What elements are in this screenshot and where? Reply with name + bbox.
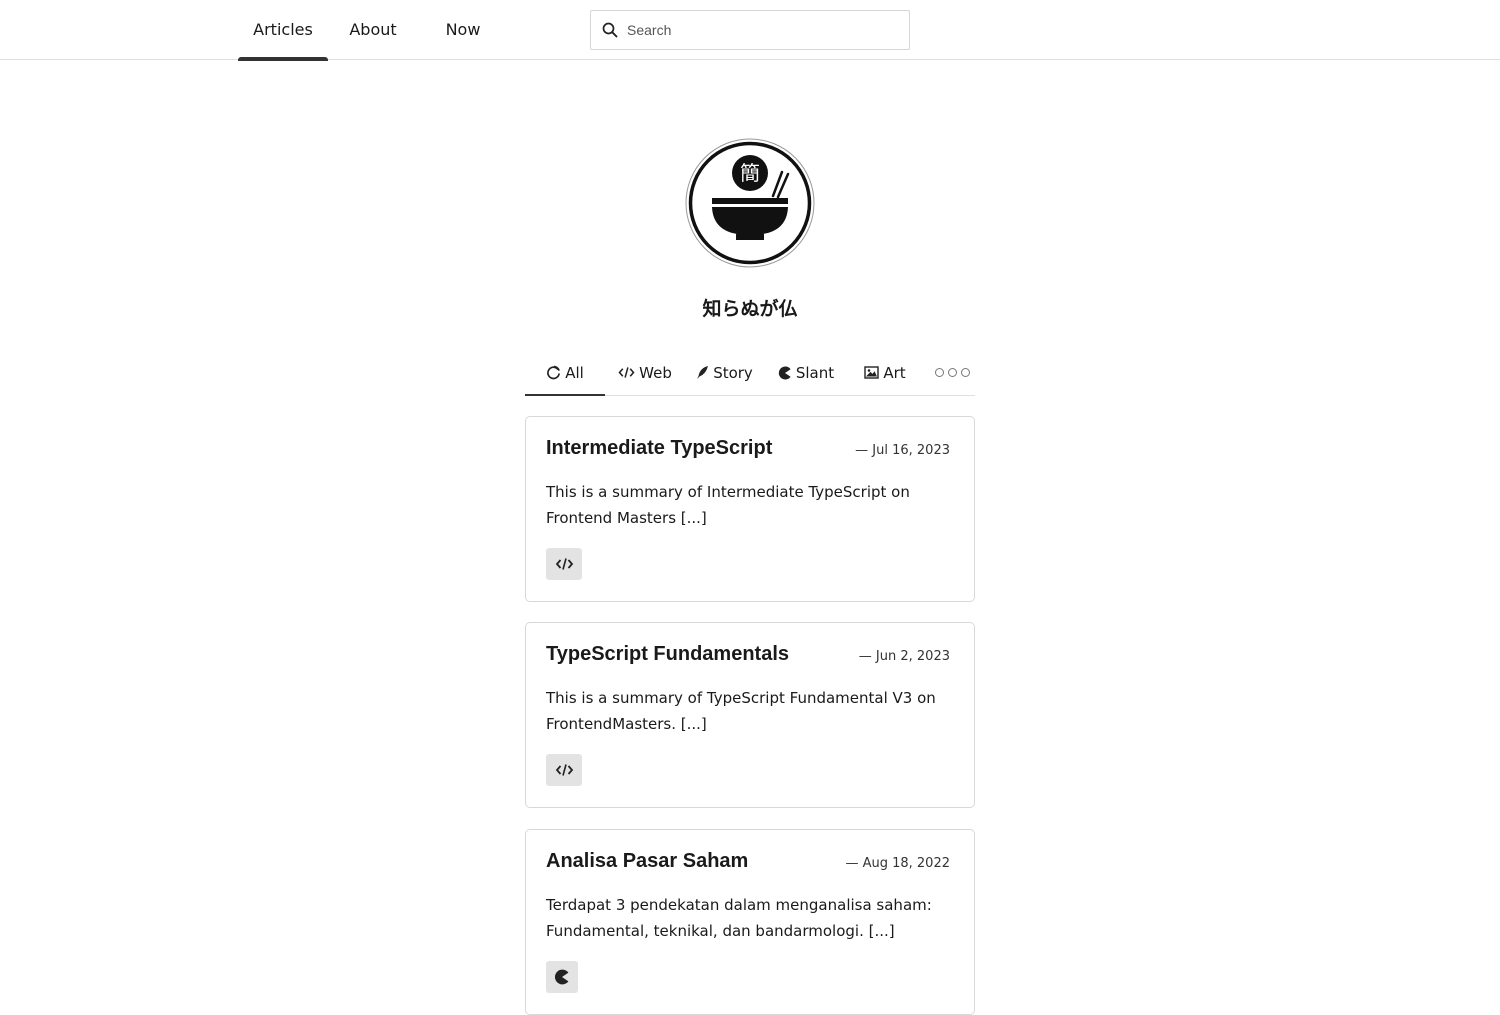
pacman-icon — [778, 366, 791, 379]
site-title: 知らぬが仏 — [702, 298, 798, 320]
code-icon — [618, 367, 635, 378]
article-tag[interactable] — [546, 548, 582, 580]
article-summary: This is a summary of Intermediate TypeSc… — [546, 483, 910, 527]
article-tag[interactable] — [546, 961, 578, 993]
noodle-bowl-logo-icon: 簡 — [685, 138, 815, 268]
article-tag[interactable] — [546, 754, 582, 786]
tab-web-label: Web — [639, 363, 672, 382]
tab-slant[interactable]: Slant — [775, 350, 837, 395]
article-date: — Aug 18, 2022 — [845, 856, 950, 871]
more-dots-icon[interactable] — [935, 368, 970, 377]
avatar-glyph: 簡 — [740, 161, 760, 185]
refresh-icon — [547, 365, 561, 380]
article-summary: This is a summary of TypeScript Fundamen… — [546, 689, 936, 733]
article-date: — Jul 16, 2023 — [855, 443, 950, 458]
tab-art[interactable]: Art — [860, 350, 910, 395]
code-icon — [555, 558, 573, 570]
search-box[interactable] — [590, 10, 910, 50]
nav-tab-about[interactable]: About — [338, 0, 408, 60]
pacman-icon — [554, 969, 569, 985]
tab-web[interactable]: Web — [615, 350, 675, 395]
code-icon — [555, 764, 573, 776]
nav-tab-articles[interactable]: Articles — [238, 0, 328, 61]
nav-tab-now[interactable]: Now — [428, 0, 498, 60]
image-icon — [864, 366, 880, 379]
tab-story[interactable]: Story — [693, 350, 755, 395]
article-summary: Terdapat 3 pendekatan dalam menganalisa … — [546, 896, 932, 940]
avatar: 簡 — [685, 138, 815, 268]
search-icon — [602, 22, 618, 38]
article-card[interactable]: Analisa Pasar Saham — Aug 18, 2022 Terda… — [525, 829, 975, 1015]
category-tabs: All Web Story Slant Art — [525, 350, 975, 396]
tab-story-label: Story — [713, 363, 753, 382]
tab-art-label: Art — [883, 363, 906, 382]
article-card[interactable]: TypeScript Fundamentals — Jun 2, 2023 Th… — [525, 622, 975, 808]
tab-all-label: All — [565, 363, 584, 382]
feather-icon — [697, 366, 709, 379]
search-input[interactable] — [627, 11, 897, 49]
article-date: — Jun 2, 2023 — [858, 649, 950, 664]
top-navigation: Articles About Now — [0, 0, 1500, 61]
tab-slant-label: Slant — [795, 363, 835, 382]
article-title[interactable]: Intermediate TypeScript — [546, 437, 772, 460]
article-title[interactable]: Analisa Pasar Saham — [546, 850, 748, 873]
tab-all[interactable]: All — [525, 350, 605, 396]
article-title[interactable]: TypeScript Fundamentals — [546, 643, 789, 666]
article-card[interactable]: Intermediate TypeScript — Jul 16, 2023 T… — [525, 416, 975, 602]
